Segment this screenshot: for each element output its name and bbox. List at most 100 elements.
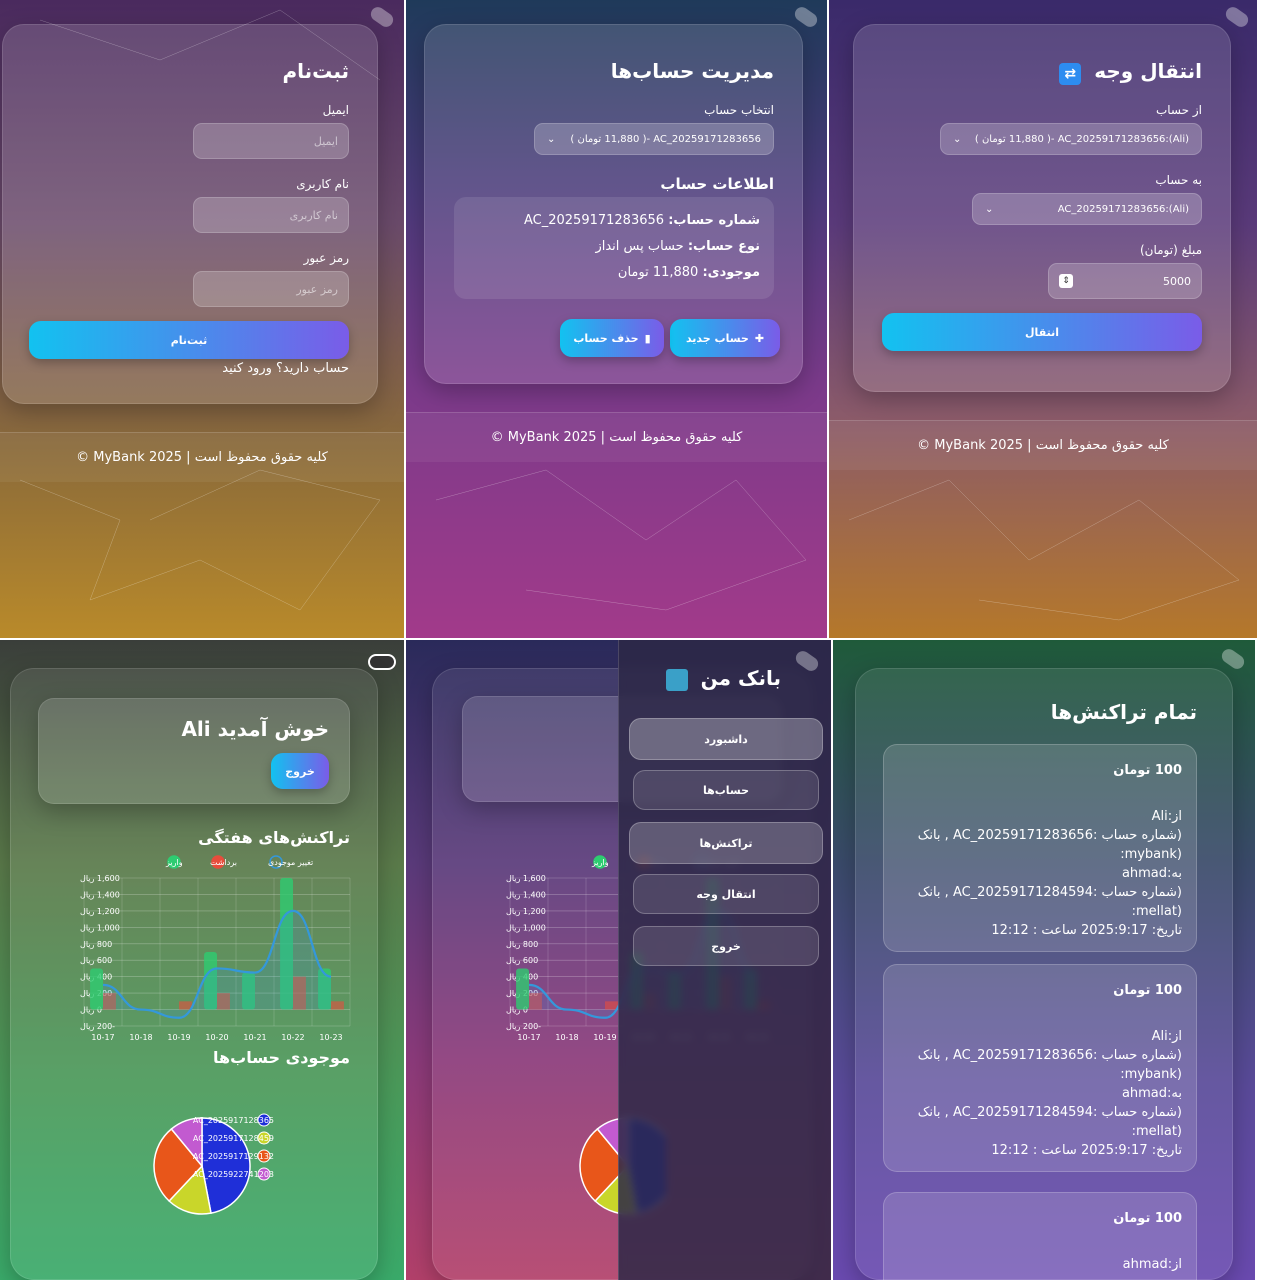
- account-info-box: شماره حساب: AC_20259171283656 نوع حساب: …: [454, 197, 774, 299]
- welcome-card: خوش آمدید Ali خروج: [38, 698, 350, 804]
- x-tick-label: 10-18: [555, 1033, 578, 1042]
- account-select-value: AC_20259171283656 -( 11,880 تومان ): [570, 133, 761, 145]
- from-account-value: AC_20259171283656:(Ali) -( 11,880 تومان …: [974, 133, 1189, 145]
- x-tick-label: 10-19: [593, 1033, 616, 1042]
- amount-label: مبلغ (تومان): [1139, 243, 1202, 257]
- register-panel: ثبت‌نام ایمیل ایمیل نام کاربری نام کاربر…: [0, 0, 404, 638]
- y-tick-label: 800 ریال: [506, 940, 538, 949]
- theme-toggle[interactable]: [792, 4, 820, 30]
- transaction-details: از:ahmad: [1123, 1255, 1182, 1274]
- trash-icon: ▮: [644, 331, 651, 345]
- y-tick-label: 600 ریال: [506, 956, 538, 965]
- theme-toggle[interactable]: [793, 648, 821, 674]
- transaction-details: از:Ali (شماره حساب :AC_20259171283656 , …: [918, 1027, 1182, 1160]
- accounts-card: مدیریت حساب‌ها انتخاب حساب AC_2025917128…: [424, 24, 803, 384]
- legend-label: AC_2025922741203: [193, 1170, 274, 1179]
- weekly-chart-title: تراکنش‌های هفتگی: [198, 828, 350, 847]
- account-type-value: حساب پس انداز: [595, 239, 684, 254]
- footer-text: © MyBank 2025 | کلیه حقوق محفوظ است: [76, 450, 328, 465]
- password-label: رمز عبور: [303, 251, 349, 265]
- select-account-label: انتخاب حساب: [704, 103, 774, 117]
- theme-toggle[interactable]: [1219, 646, 1247, 672]
- sidebar-item-logout[interactable]: خروج: [633, 926, 819, 966]
- tx-line: (شماره حساب :AC_20259171283656 , بانک: [917, 1048, 1182, 1063]
- x-tick-label: 10-18: [129, 1033, 152, 1042]
- footer: © MyBank 2025 | کلیه حقوق محفوظ است: [829, 420, 1257, 470]
- transaction-amount: 100 تومان: [1113, 1211, 1182, 1226]
- legend-label: AC_2025917128459: [193, 1134, 274, 1143]
- account-balance-label: موجودی:: [702, 265, 760, 280]
- register-title: ثبت‌نام: [282, 59, 349, 83]
- legend-label: تغییر موجودی: [268, 858, 313, 867]
- sidebar-panel: تغییر موجودیبرداشتواریز1,600 ریال1,400 ر…: [406, 640, 831, 1280]
- y-tick-label: 600 ریال: [80, 956, 112, 965]
- new-account-label: حساب جدید: [685, 331, 749, 345]
- weekly-bar-chart: تغییر موجودی برداشت واریز 1,600 ریال 1,400 ر…: [80, 855, 351, 1042]
- legend-label: برداشت: [210, 858, 237, 867]
- tx-line: تاریخ: 2025:9:17 ساعت : 12:12: [991, 1143, 1182, 1158]
- transaction-card: 100 تومان از:ahmad: [883, 1192, 1197, 1280]
- chevron-down-icon: ⌄: [985, 203, 994, 215]
- transfer-button[interactable]: انتقال: [882, 313, 1202, 351]
- tx-line: (شماره حساب :AC_20259171284594 , بانک: [917, 885, 1182, 900]
- stepper-icon[interactable]: ⇕: [1059, 274, 1073, 288]
- tx-line: به:ahmad: [1121, 1086, 1182, 1101]
- pie-slice: [201, 1117, 251, 1215]
- amount-input[interactable]: 5000 ⇕: [1048, 263, 1202, 299]
- x-tick-label: 10-20: [205, 1033, 228, 1042]
- bar-deposit: [516, 968, 529, 1010]
- account-number-value: AC_20259171283656: [524, 213, 665, 228]
- sidebar-item-transfer[interactable]: انتقال وجه: [633, 874, 819, 914]
- theme-toggle[interactable]: [1223, 4, 1251, 30]
- transaction-amount: 100 تومان: [1113, 983, 1182, 998]
- account-type-label: نوع حساب:: [687, 239, 760, 254]
- to-account-label: به حساب: [1155, 173, 1202, 187]
- account-select[interactable]: AC_20259171283656 -( 11,880 تومان ) ⌄: [534, 123, 774, 155]
- amount-value: 5000: [1163, 274, 1191, 288]
- tx-line: (mybank:: [1120, 847, 1182, 862]
- username-label: نام کاربری: [296, 177, 349, 191]
- y-tick-label: 1,600 ریال: [506, 874, 546, 883]
- register-card: ثبت‌نام ایمیل ایمیل نام کاربری نام کاربر…: [2, 24, 378, 404]
- logout-button[interactable]: خروج: [271, 753, 329, 789]
- transactions-panel: تمام تراکنش‌ها 100 تومان از:Ali (شماره ح…: [833, 640, 1255, 1280]
- register-button[interactable]: ثبت‌نام: [29, 321, 349, 359]
- email-input[interactable]: ایمیل: [193, 123, 349, 159]
- from-account-select[interactable]: AC_20259171283656:(Ali) -( 11,880 تومان …: [940, 123, 1202, 155]
- balances-chart-title: موجودی حساب‌ها: [213, 1048, 350, 1067]
- footer-text: © MyBank 2025 | کلیه حقوق محفوظ است: [490, 430, 743, 445]
- password-input[interactable]: رمز عبور: [193, 271, 349, 307]
- y-tick-label: 1,000 ریال: [506, 923, 546, 932]
- sidebar-item-transactions[interactable]: تراکنش‌ها: [629, 822, 823, 864]
- new-account-button[interactable]: ✚ حساب جدید: [670, 319, 780, 357]
- welcome-title: خوش آمدید Ali: [181, 717, 329, 741]
- bar-withdraw: [331, 1001, 344, 1010]
- theme-toggle[interactable]: [368, 654, 396, 670]
- x-tick-label: 10-17: [517, 1033, 540, 1042]
- balances-pie-chart: AC_2025917128365 AC_2025917128459 AC_20259…: [153, 1113, 274, 1215]
- tx-line: از:ahmad: [1122, 1257, 1182, 1272]
- theme-toggle[interactable]: [368, 4, 396, 30]
- x-tick-label: 10-21: [243, 1033, 266, 1042]
- screenshot-collage: ثبت‌نام ایمیل ایمیل نام کاربری نام کاربر…: [0, 0, 1280, 1280]
- sidebar-title: بانک من: [665, 666, 781, 691]
- y-tick-label: 1,200 ریال: [506, 907, 546, 916]
- x-tick-label: 10-17: [91, 1033, 114, 1042]
- sidebar-item-dashboard[interactable]: داشبورد: [629, 718, 823, 760]
- tx-line: (mellat:: [1131, 904, 1182, 919]
- tx-line: از:Ali: [1151, 1029, 1182, 1044]
- to-account-select[interactable]: AC_20259171283656:(Ali) ⌄: [972, 193, 1202, 225]
- footer: © MyBank 2025 | کلیه حقوق محفوظ است: [406, 412, 827, 462]
- sidebar-item-accounts[interactable]: حساب‌ها: [633, 770, 819, 810]
- tx-line: (شماره حساب :AC_20259171284594 , بانک: [917, 1105, 1182, 1120]
- transactions-title: تمام تراکنش‌ها: [1050, 700, 1197, 724]
- delete-account-button[interactable]: ▮ حذف حساب: [560, 319, 664, 357]
- x-tick-label: 10-23: [319, 1033, 342, 1042]
- tx-line: به:ahmad: [1121, 866, 1182, 881]
- transaction-amount: 100 تومان: [1113, 763, 1182, 778]
- legend-label: AC_2025917128365: [193, 1116, 274, 1125]
- login-link[interactable]: حساب دارید؟ ورود کنید: [222, 361, 349, 376]
- username-input[interactable]: نام کاربری: [193, 197, 349, 233]
- y-tick-label: 1,600 ریال: [80, 874, 120, 883]
- y-tick-label: 1,000 ریال: [80, 923, 120, 932]
